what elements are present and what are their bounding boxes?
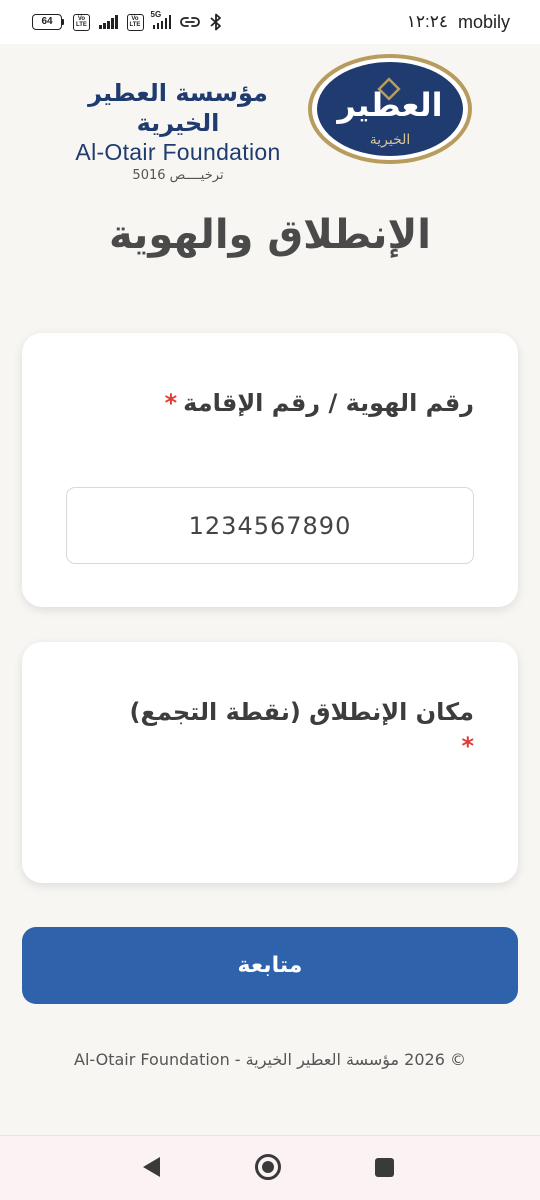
brand-text: مؤسسة العطير الخيرية Al-Otair Foundation… <box>60 78 296 186</box>
clock: ١٢:٢٤ <box>406 12 448 31</box>
departure-location-label: مكان الإنطلاق (نقطة التجمع) * <box>54 690 474 758</box>
brand-name-arabic: مؤسسة العطير الخيرية <box>88 79 268 137</box>
status-icons: 64 Vo LTE Vo LTE 5G <box>32 10 223 31</box>
status-bar: 64 Vo LTE Vo LTE 5G ١٢:٢٤ mobily <box>0 0 540 44</box>
volte-icon-2: Vo LTE <box>126 13 144 31</box>
navigation-bar <box>0 1135 540 1200</box>
foundation-emblem-logo: العطير الخيرية <box>308 54 472 164</box>
id-number-label: رقم الهوية / رقم الإقامة* <box>164 389 474 417</box>
recent-apps-icon[interactable] <box>375 1158 394 1177</box>
5g-signal-icon: 5G <box>151 10 171 29</box>
battery-level: 64 <box>32 14 62 30</box>
emblem-title: العطير <box>335 86 442 124</box>
footer-copyright: © 2026 مؤسسة العطير الخيرية - Al-Otair F… <box>74 1050 466 1069</box>
bluetooth-icon <box>210 13 221 31</box>
brand-name-english: Al-Otair Foundation <box>75 139 281 165</box>
required-marker: * <box>164 389 178 417</box>
battery-icon: 64 <box>32 14 64 30</box>
id-number-card: رقم الهوية / رقم الإقامة* <box>22 333 518 607</box>
link-icon <box>180 17 200 27</box>
continue-button[interactable]: متابعة <box>22 927 518 1004</box>
departure-location-card[interactable]: مكان الإنطلاق (نقطة التجمع) * <box>22 642 518 883</box>
id-number-input[interactable] <box>66 487 474 564</box>
page-title: الإنطلاق والهوية <box>109 212 431 258</box>
required-marker: * <box>461 732 474 760</box>
back-icon[interactable] <box>143 1157 160 1177</box>
emblem-subtitle: الخيرية <box>370 132 411 148</box>
header: مؤسسة العطير الخيرية Al-Otair Foundation… <box>0 44 540 183</box>
license-text: ترخيــــص 5016 <box>132 168 224 183</box>
carrier-name: mobily <box>457 11 510 32</box>
status-right: ١٢:٢٤ mobily <box>407 12 510 33</box>
home-icon[interactable] <box>255 1154 281 1180</box>
signal-icon <box>99 15 118 29</box>
volte-icon: Vo LTE <box>73 13 90 31</box>
